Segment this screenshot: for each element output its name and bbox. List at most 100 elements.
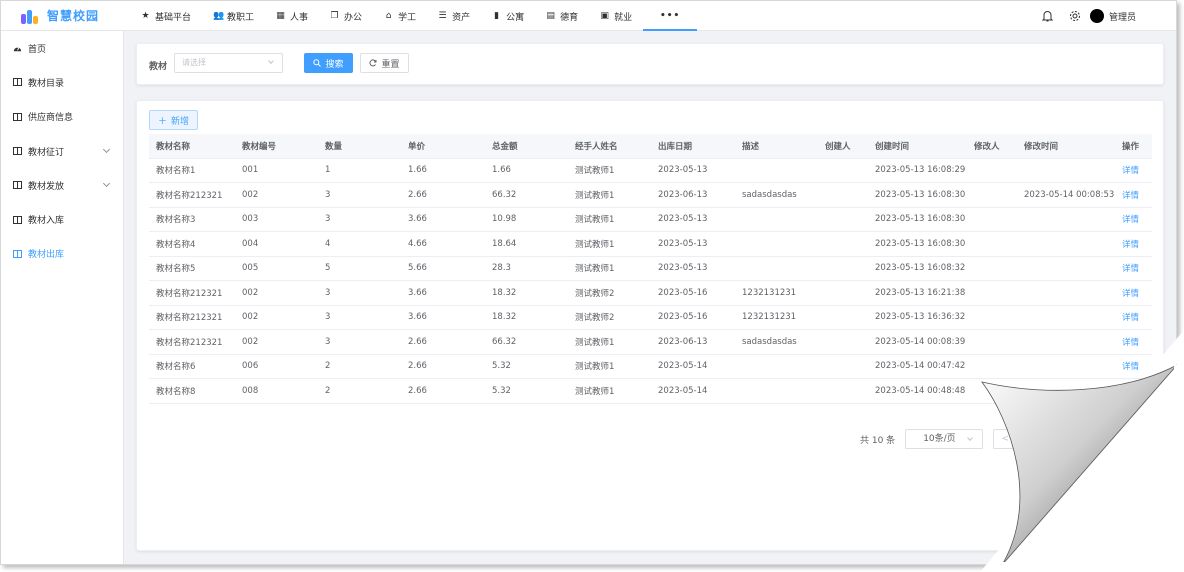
table-cell: 2023-05-13 16:21:38 xyxy=(868,280,967,306)
table-cell: 2023-05-13 xyxy=(651,231,735,257)
table-header-row: 教材名称 教材编号 数量 单价 总金额 经手人姓名 出库日期 描述 创建人 创建时间 修改人 修改时间… xyxy=(149,134,1152,159)
table-row: 教材名称212321 002 3 2.66 66.32 测试教师1 2023-06-13 sa… xyxy=(149,182,1152,208)
table-cell: 教材名称1 xyxy=(149,158,235,183)
table-cell: 教材名称212321 xyxy=(149,182,235,208)
prev-page-button[interactable]: < xyxy=(993,429,1018,449)
dashboard-icon xyxy=(13,46,22,51)
search-icon xyxy=(313,59,322,67)
table-cell xyxy=(1017,280,1115,306)
sidebar: 首页 教材目录 供应商信息 教材征订 教材发放 教材入库 教材出库 xyxy=(1,31,124,564)
table-cell xyxy=(1017,378,1115,404)
nav-more-button[interactable]: ••• xyxy=(643,1,698,31)
nav-item-0[interactable]: ★ 基础平台 xyxy=(130,1,202,31)
sidebar-item-stock-out[interactable]: 教材出库 xyxy=(1,237,123,271)
app-title: 智慧校园 xyxy=(47,9,100,23)
bus-icon: ⌂ xyxy=(385,10,392,21)
table-cell: 3.66 xyxy=(401,305,485,330)
table-cell xyxy=(967,231,1017,257)
detail-link[interactable]: 详情 xyxy=(1115,182,1152,208)
nav-item-5[interactable]: ☰ 资产 xyxy=(427,1,481,31)
table-row: 教材名称3 003 3 3.66 10.98 测试教师1 2023-05-13 2023-05… xyxy=(149,207,1152,232)
table-cell: 002 xyxy=(235,280,318,306)
add-button[interactable]: ＋ 新增 xyxy=(149,110,198,130)
table-cell: 2023-05-14 00:48:48 xyxy=(868,378,967,404)
sidebar-item-label: 教材出库 xyxy=(28,250,65,261)
sidebar-item-home[interactable]: 首页 xyxy=(1,31,123,65)
table-cell xyxy=(1017,354,1115,379)
nav-item-1[interactable]: 👥 教职工 xyxy=(202,1,265,31)
table-cell xyxy=(735,207,818,232)
table-cell: 3 xyxy=(318,182,401,208)
search-panel: 教材 请选择 搜索 重置 xyxy=(136,43,1164,85)
table-cell: 测试教师1 xyxy=(568,207,651,232)
column-header: 数量 xyxy=(318,134,401,159)
column-header: 教材名称 xyxy=(149,134,235,159)
column-header: 修改人 xyxy=(967,134,1017,159)
detail-link[interactable]: 详情 xyxy=(1115,207,1152,232)
sidebar-item-ordering[interactable]: 教材征订 xyxy=(1,134,123,168)
detail-link[interactable]: 详情 xyxy=(1115,354,1152,379)
detail-link[interactable]: 详情 xyxy=(1115,305,1152,330)
detail-link[interactable]: 详情 xyxy=(1115,231,1152,257)
table-cell: 测试教师2 xyxy=(568,305,651,330)
add-button-label: 新增 xyxy=(171,116,190,127)
book-icon xyxy=(13,78,22,87)
table-cell: 006 xyxy=(235,354,318,379)
logo[interactable]: 智慧校园 xyxy=(21,7,99,24)
nav-item-6[interactable]: ▮ 公寓 xyxy=(481,1,535,31)
column-header: 出库日期 xyxy=(651,134,735,159)
chevron-down-icon xyxy=(102,180,111,188)
table-row: 教材名称6 006 2 2.66 5.32 测试教师1 2023-05-14 2023-05-… xyxy=(149,354,1152,379)
sidebar-item-supplier[interactable]: 供应商信息 xyxy=(1,100,123,134)
table-cell xyxy=(1017,329,1115,355)
table-cell: 2023-05-13 16:36:32 xyxy=(868,305,967,330)
detail-link[interactable]: 详情 xyxy=(1115,329,1152,355)
sidebar-item-label: 首页 xyxy=(28,44,47,55)
sidebar-item-catalog[interactable]: 教材目录 xyxy=(1,65,123,99)
reset-button[interactable]: 重置 xyxy=(360,53,409,73)
nav-item-3[interactable]: ❐ 办公 xyxy=(319,1,373,31)
page-size-value: 10条/页 xyxy=(923,434,956,444)
table-cell: 测试教师1 xyxy=(568,231,651,257)
table-cell: 2023-05-13 16:08:30 xyxy=(868,231,967,257)
bell-icon[interactable] xyxy=(1041,9,1055,23)
table-cell: 教材名称212321 xyxy=(149,329,235,355)
table-cell: 测试教师1 xyxy=(568,378,651,404)
detail-link[interactable]: 详情 xyxy=(1115,280,1152,306)
textbook-select[interactable]: 请选择 xyxy=(174,53,283,73)
app-window: 智慧校园 ★ 基础平台 👥 教职工 ▦ 人事 ❐ 办公 ⌂ 学工 ☰ 资产 ▮ 公寓 ▤ 德育 ▣ 就业 ••• 管… xyxy=(0,0,1177,565)
table-cell: sadasdasdas xyxy=(735,182,818,208)
nav-item-2[interactable]: ▦ 人事 xyxy=(265,1,319,31)
detail-link[interactable]: 详情 xyxy=(1115,256,1152,281)
book-icon xyxy=(13,112,22,121)
table-cell: 教材名称5 xyxy=(149,256,235,281)
avatar[interactable] xyxy=(1089,9,1104,23)
table-cell: 004 xyxy=(235,231,318,257)
table-cell: 66.32 xyxy=(485,182,568,208)
gear-icon[interactable] xyxy=(1068,9,1082,23)
list-icon: ☰ xyxy=(438,10,447,21)
table-cell: 2023-05-14 00:08:53 xyxy=(1017,182,1115,208)
users-icon: 👥 xyxy=(213,10,225,21)
table-row: 教材名称5 005 5 5.66 28.3 测试教师1 2023-05-13 2023-05-… xyxy=(149,256,1152,281)
search-button[interactable]: 搜索 xyxy=(304,53,353,73)
nav-item-4[interactable]: ⌂ 学工 xyxy=(373,1,427,31)
nav-item-8[interactable]: ▣ 就业 xyxy=(589,1,643,31)
column-header: 创建时间 xyxy=(868,134,967,159)
sidebar-item-stock-in[interactable]: 教材入库 xyxy=(1,202,123,236)
table-cell: 2023-05-13 16:08:29 xyxy=(868,158,967,183)
column-header: 教材编号 xyxy=(235,134,318,159)
plus-icon: ＋ xyxy=(157,116,167,127)
column-header: 修改时间 xyxy=(1017,134,1115,159)
sidebar-item-distribution[interactable]: 教材发放 xyxy=(1,168,123,202)
table-cell: 2.66 xyxy=(401,182,485,208)
page-size-select[interactable]: 10条/页 xyxy=(905,429,984,449)
table-row: 教材名称212321 002 3 2.66 66.32 测试教师1 2023-06-13 sa… xyxy=(149,329,1152,355)
detail-link[interactable]: 详情 xyxy=(1115,158,1152,183)
user-name[interactable]: 管理员 xyxy=(1109,10,1136,23)
table-cell: 1232131231 xyxy=(735,280,818,306)
nav-item-label: 教职工 xyxy=(227,12,255,23)
nav-item-7[interactable]: ▤ 德育 xyxy=(535,1,589,31)
column-header: 操作 xyxy=(1115,134,1152,159)
sidebar-item-label: 教材目录 xyxy=(28,78,65,89)
